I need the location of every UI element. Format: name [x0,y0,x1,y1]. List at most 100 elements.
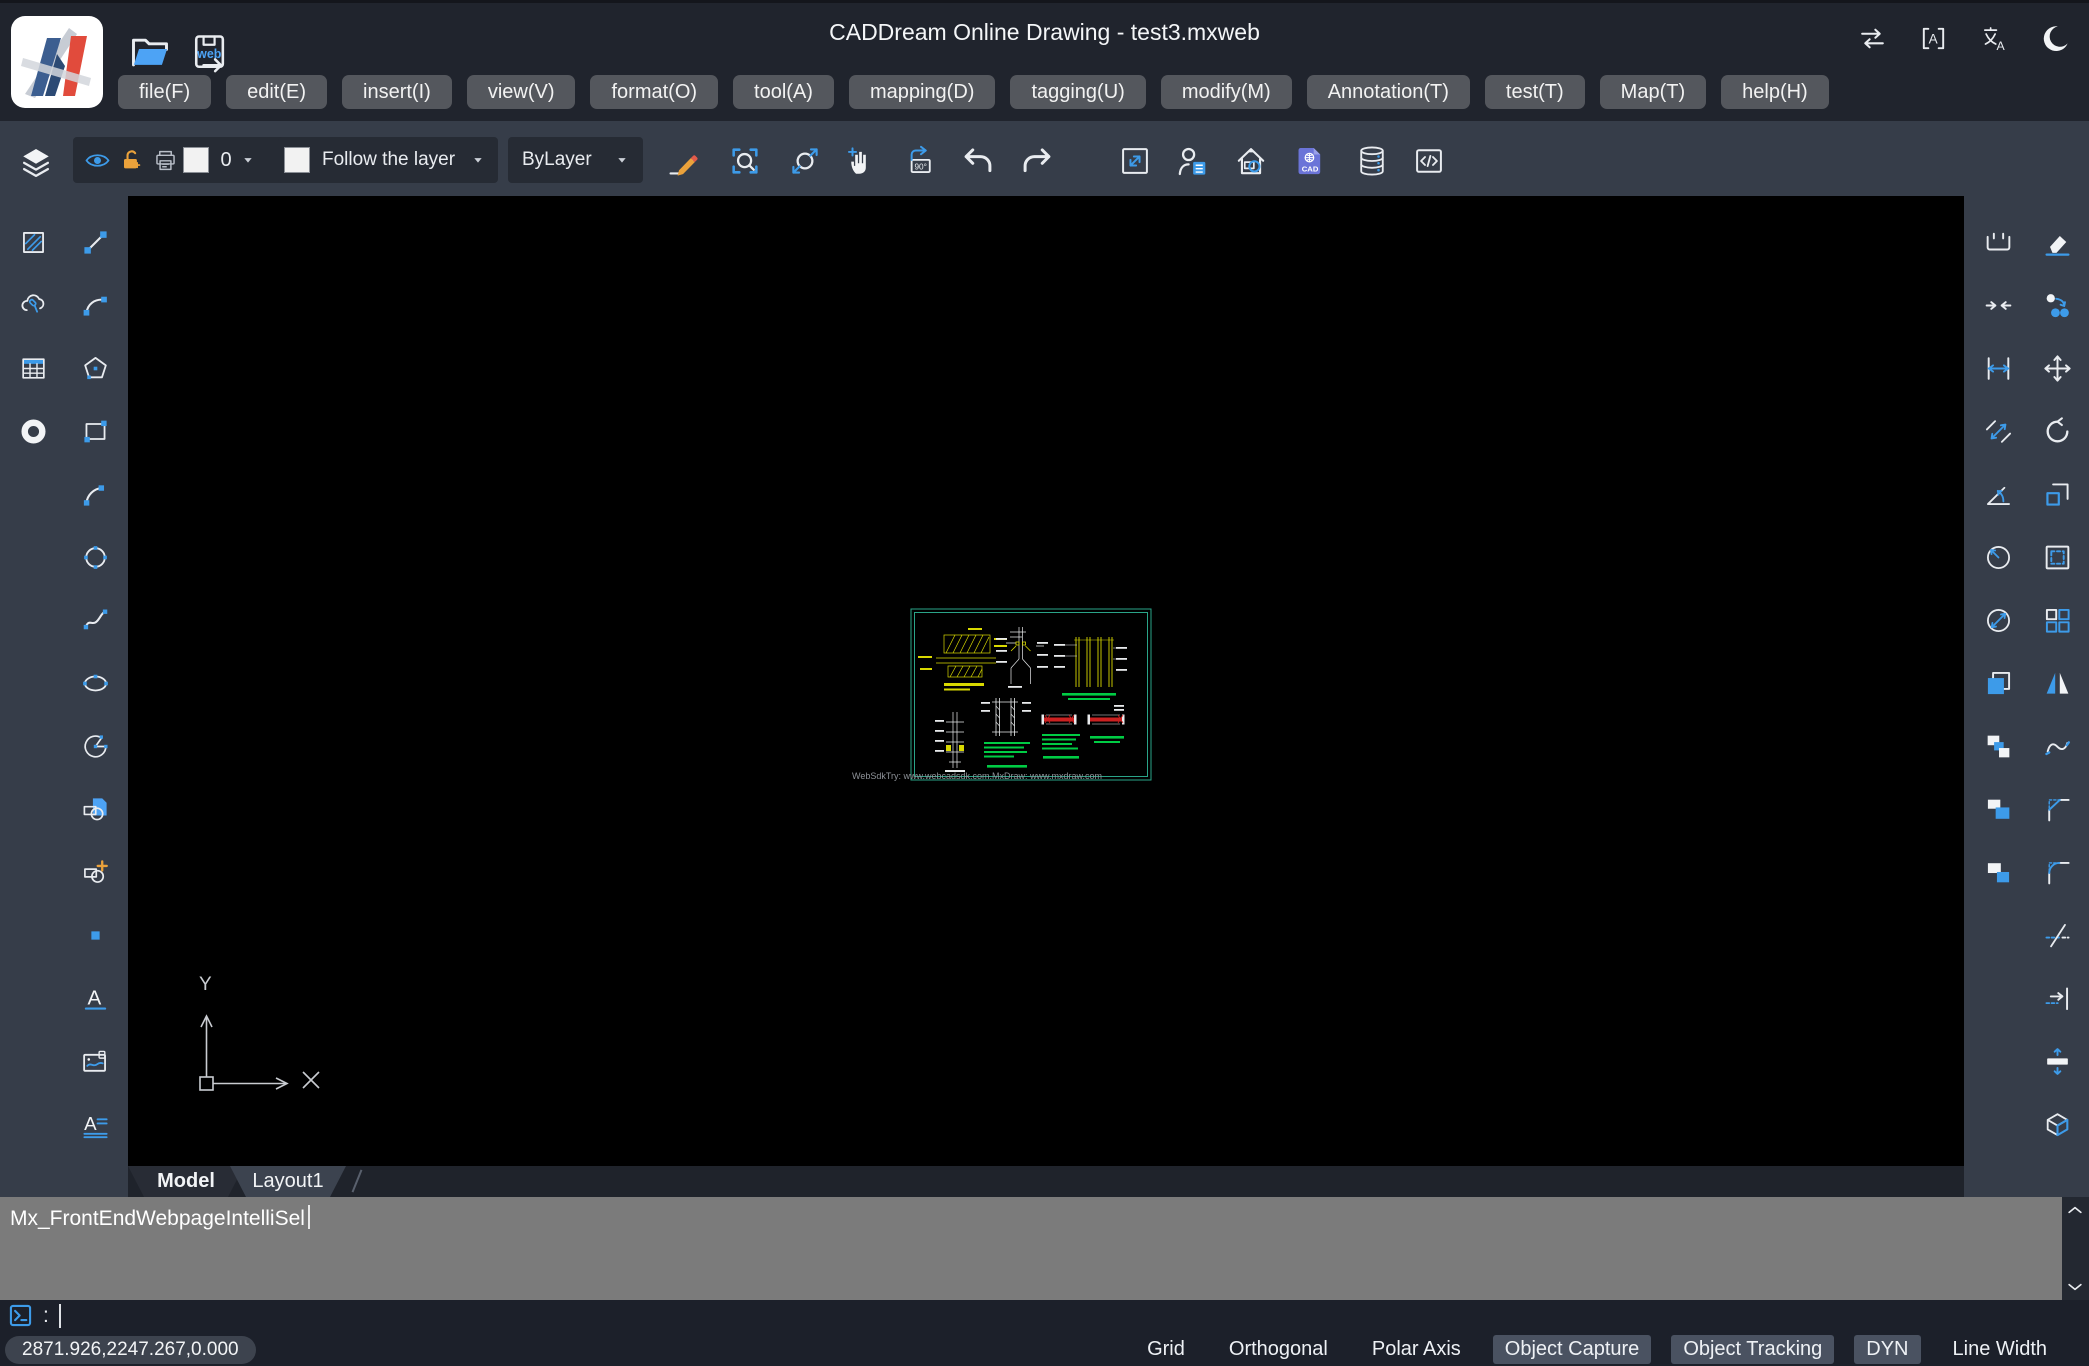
array-icon[interactable] [2037,600,2077,640]
polygon-icon[interactable] [75,348,115,388]
revision-cloud-icon[interactable] [13,285,53,325]
chamfer-icon[interactable] [2037,789,2077,829]
night-mode-icon[interactable] [2040,23,2071,54]
scale-icon[interactable] [2037,474,2077,514]
layer-dropdown-caret-icon[interactable] [238,137,258,183]
find-text-icon[interactable] [1918,23,1949,54]
undo-icon[interactable] [959,142,997,180]
menu-item-help[interactable]: help(H) [1721,75,1829,109]
spline-edit-icon[interactable] [2037,726,2077,766]
dim-radius-icon[interactable] [1978,537,2018,577]
zoom-extents-icon[interactable] [786,142,824,180]
layers-icon[interactable] [17,143,55,181]
zoom-window-icon[interactable] [726,142,764,180]
draw-order-front-icon[interactable] [1978,789,2018,829]
donut-icon[interactable] [13,411,53,451]
draw-order-top-icon[interactable] [1978,726,2018,766]
bylayer-dropdown[interactable]: ByLayer [508,137,643,183]
fillet-icon[interactable] [2037,852,2077,892]
home-drawing-icon[interactable] [1232,142,1270,180]
dim-diameter-icon[interactable] [1978,600,2018,640]
dev-code-icon[interactable] [1410,142,1448,180]
rectangle-icon[interactable] [75,411,115,451]
dim-linear-icon[interactable] [1978,348,2018,388]
pie-icon[interactable] [75,726,115,766]
status-toggle-object-tracking[interactable]: Object Tracking [1671,1335,1834,1364]
tab-model[interactable]: Model [128,1166,244,1197]
move-icon[interactable] [2037,348,2077,388]
open-file-icon[interactable] [128,31,172,75]
pan-icon[interactable] [843,142,881,180]
layer-lock-icon[interactable] [118,137,144,183]
rotate-90-icon[interactable] [900,142,938,180]
mirror-icon[interactable] [2037,663,2077,703]
join-icon[interactable] [1978,285,2018,325]
table-icon[interactable] [13,348,53,388]
mtext-icon[interactable] [75,1104,115,1144]
point-icon[interactable] [75,915,115,955]
rotate-icon[interactable] [2037,411,2077,451]
line-icon[interactable] [75,222,115,262]
menu-item-edit[interactable]: edit(E) [226,75,327,109]
current-layer-value[interactable]: 0 [216,137,236,183]
drawing-canvas[interactable]: Y [128,196,1964,1166]
redo-icon[interactable] [1018,142,1056,180]
dim-aligned-icon[interactable] [1978,411,2018,451]
scroll-up-icon[interactable] [2064,1199,2086,1221]
block-insert-icon[interactable] [75,789,115,829]
layer-visibility-icon[interactable] [83,137,111,183]
menu-item-file[interactable]: file(F) [118,75,211,109]
layer-print-icon[interactable] [152,137,178,183]
status-toggle-line-width[interactable]: Line Width [1941,1335,2060,1364]
status-toggle-orthogonal[interactable]: Orthogonal [1217,1335,1340,1364]
menu-item-annotation[interactable]: Annotation(T) [1307,75,1470,109]
status-toggle-object-capture[interactable]: Object Capture [1493,1335,1652,1364]
save-web-icon[interactable] [188,31,232,75]
layer-color-swatch[interactable] [183,147,209,173]
text-icon[interactable] [75,978,115,1018]
draw-pencil-icon[interactable] [665,142,703,180]
erase-icon[interactable] [2037,222,2077,262]
command-history-panel[interactable]: Mx_FrontEndWebpageIntelliSel [0,1197,2089,1300]
menu-item-tool[interactable]: tool(A) [733,75,834,109]
menu-item-modify[interactable]: modify(M) [1161,75,1292,109]
image-icon[interactable] [75,1041,115,1081]
ellipse-icon[interactable] [75,663,115,703]
extend-icon[interactable] [2037,978,2077,1018]
menu-item-map[interactable]: Map(T) [1600,75,1706,109]
break-icon[interactable] [1978,222,2018,262]
menu-item-tagging[interactable]: tagging(U) [1010,75,1145,109]
follow-layer-dropdown[interactable]: Follow the layer [278,137,498,183]
fit-screen-icon[interactable] [1116,142,1154,180]
menu-item-insert[interactable]: insert(I) [342,75,452,109]
draw-order-back-icon[interactable] [1978,852,2018,892]
hatch-icon[interactable] [13,222,53,262]
menu-item-test[interactable]: test(T) [1485,75,1585,109]
status-toggle-dyn[interactable]: DYN [1854,1335,1920,1364]
menu-item-mapping[interactable]: mapping(D) [849,75,995,109]
status-toggle-polar-axis[interactable]: Polar Axis [1360,1335,1473,1364]
tab-layout1[interactable]: Layout1 [230,1166,346,1197]
arc-icon[interactable] [75,474,115,514]
translate-icon[interactable] [1979,23,2010,54]
scroll-down-icon[interactable] [2064,1276,2086,1298]
command-input-row[interactable]: : [8,1303,61,1328]
history-scrollbar[interactable] [2062,1197,2089,1300]
menu-item-format[interactable]: format(O) [590,75,718,109]
select-window-icon[interactable] [2037,537,2077,577]
block-create-icon[interactable] [75,852,115,892]
spline-icon[interactable] [75,600,115,640]
cad-file-icon[interactable] [1291,142,1329,180]
status-toggle-grid[interactable]: Grid [1135,1335,1197,1364]
swap-view-icon[interactable] [1857,23,1888,54]
menu-item-view[interactable]: view(V) [467,75,576,109]
dim-angle-icon[interactable] [1978,474,2018,514]
arc-start-end-icon[interactable] [75,285,115,325]
user-layers-icon[interactable] [1173,142,1211,180]
stretch-icon[interactable] [2037,1041,2077,1081]
copy-multiple-icon[interactable] [2037,285,2077,325]
circle-icon[interactable] [75,537,115,577]
database-icon[interactable] [1353,142,1391,180]
trim-icon[interactable] [2037,915,2077,955]
view-3d-icon[interactable] [2037,1104,2077,1144]
